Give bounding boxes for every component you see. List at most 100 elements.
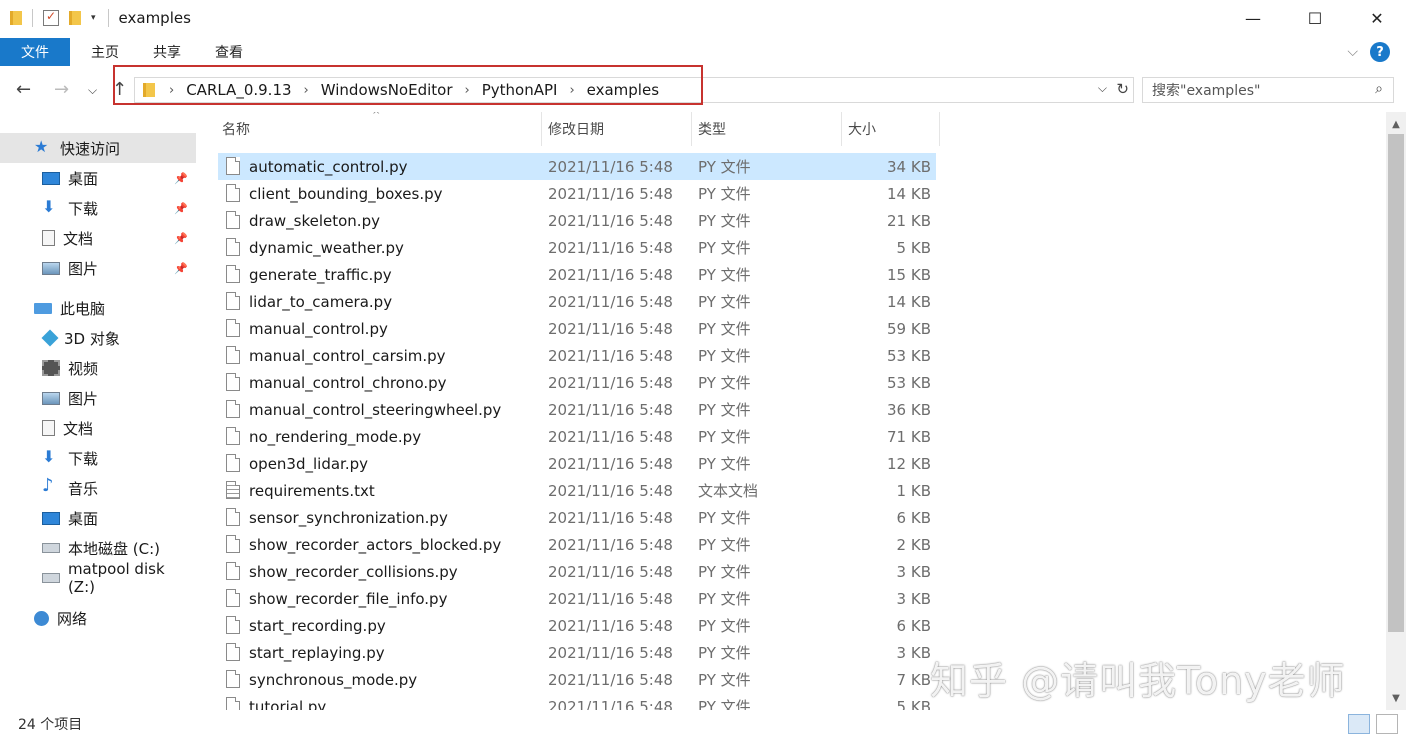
customize-toolbar-dropdown-icon[interactable]: ▾ (91, 13, 96, 23)
file-name: no_rendering_mode.py (249, 427, 422, 446)
python-file-icon (226, 157, 240, 175)
sidebar-item-network[interactable]: 网络 (0, 603, 196, 633)
sidebar-item-this-pc[interactable]: 此电脑 (0, 293, 196, 323)
python-file-icon (226, 427, 240, 445)
file-type: PY 文件 (698, 455, 751, 473)
sidebar-item-label: 音乐 (68, 479, 99, 498)
sidebar-item-matpool-disk-z[interactable]: matpool disk (Z:) (0, 560, 196, 596)
column-header-type[interactable]: 类型 (692, 112, 842, 146)
sidebar-item-videos[interactable]: 视频 (0, 353, 196, 383)
sidebar-item-downloads[interactable]: 下载 📌 (0, 193, 196, 223)
tab-home[interactable]: 主页 (74, 38, 136, 66)
new-folder-icon[interactable] (69, 11, 81, 25)
forward-arrow-icon[interactable]: → (54, 79, 69, 100)
pin-icon[interactable]: 📌 (174, 202, 188, 215)
details-view-icon[interactable] (1348, 714, 1370, 734)
file-row[interactable]: manual_control_chrono.py 2021/11/16 5:48 P… (218, 369, 936, 396)
file-row[interactable]: show_recorder_actors_blocked.py 2021/11/1… (218, 531, 936, 558)
scroll-down-arrow-icon[interactable]: ▼ (1386, 688, 1406, 708)
sidebar-item-label: 视频 (68, 359, 99, 378)
file-row[interactable]: dynamic_weather.py 2021/11/16 5:48 PY 文件 5 … (218, 234, 936, 261)
file-name: generate_traffic.py (249, 265, 392, 284)
sidebar-item-downloads-pc[interactable]: 下载 (0, 443, 196, 473)
sidebar-item-desktop[interactable]: 桌面 📌 (0, 163, 196, 193)
sidebar-item-3d-objects[interactable]: 3D 对象 (0, 323, 196, 353)
expand-ribbon-chevron-icon[interactable]: ⌵ (1347, 44, 1358, 60)
sidebar-item-desktop-pc[interactable]: 桌面 (0, 503, 196, 533)
recent-locations-chevron-icon[interactable]: ⌵ (88, 83, 97, 98)
refresh-icon[interactable]: ↻ (1116, 80, 1129, 98)
file-type: 文本文档 (698, 482, 759, 500)
file-row[interactable]: no_rendering_mode.py 2021/11/16 5:48 PY 文件… (218, 423, 936, 450)
sidebar-item-quick-access[interactable]: 快速访问 (0, 133, 196, 163)
file-name: automatic_control.py (249, 157, 408, 176)
sidebar-item-label: 网络 (57, 609, 88, 628)
ribbon-tabs: 文件 主页 共享 查看 ⌵ ? (0, 36, 1408, 68)
sidebar-item-documents[interactable]: 文档 📌 (0, 223, 196, 253)
file-name: manual_control_steeringwheel.py (249, 400, 502, 419)
minimize-button[interactable]: — (1222, 0, 1284, 36)
python-file-icon (226, 319, 240, 337)
file-row[interactable]: manual_control_carsim.py 2021/11/16 5:48 P… (218, 342, 936, 369)
sidebar-item-pictures-pc[interactable]: 图片 (0, 383, 196, 413)
file-size: 5 KB (896, 238, 931, 257)
search-input[interactable]: 搜索"examples" ⌕ (1142, 77, 1394, 103)
column-header-name[interactable]: 名称 (216, 112, 542, 146)
back-arrow-icon[interactable]: ← (16, 79, 31, 100)
file-row[interactable]: start_recording.py 2021/11/16 5:48 PY 文件 6 … (218, 612, 936, 639)
tab-file[interactable]: 文件 (0, 38, 70, 66)
sidebar-item-label: 本地磁盘 (C:) (68, 539, 160, 558)
close-button[interactable]: ✕ (1346, 0, 1408, 36)
sidebar-item-music[interactable]: 音乐 (0, 473, 196, 503)
sidebar-item-pictures[interactable]: 图片 📌 (0, 253, 196, 283)
file-date: 2021/11/16 5:48 (548, 238, 673, 257)
file-row[interactable]: show_recorder_collisions.py 2021/11/16 5:… (218, 558, 936, 585)
sidebar-item-local-disk-c[interactable]: 本地磁盘 (C:) (0, 533, 196, 563)
folder-icon (10, 11, 22, 25)
column-header-size[interactable]: 大小 (842, 112, 940, 146)
sidebar-item-documents-pc[interactable]: 文档 (0, 413, 196, 443)
scroll-up-arrow-icon[interactable]: ▲ (1386, 114, 1406, 134)
file-date: 2021/11/16 5:48 (548, 481, 673, 500)
tab-view[interactable]: 查看 (198, 38, 260, 66)
file-row[interactable]: tutorial.py 2021/11/16 5:48 PY 文件 5 KB (218, 693, 936, 710)
large-icons-view-icon[interactable] (1376, 714, 1398, 734)
file-date: 2021/11/16 5:48 (548, 535, 673, 554)
properties-icon[interactable] (43, 9, 59, 26)
python-file-icon (226, 265, 240, 283)
python-file-icon (226, 346, 240, 364)
file-row[interactable]: requirements.txt 2021/11/16 5:48 文本文档 1 KB (218, 477, 936, 504)
maximize-button[interactable]: ☐ (1284, 0, 1346, 36)
pin-icon[interactable]: 📌 (174, 232, 188, 245)
pin-icon[interactable]: 📌 (174, 172, 188, 185)
vertical-scrollbar[interactable]: ▲ ▼ (1386, 112, 1406, 710)
file-row[interactable]: lidar_to_camera.py 2021/11/16 5:48 PY 文件 14… (218, 288, 936, 315)
file-size: 2 KB (896, 535, 931, 554)
file-type: PY 文件 (698, 401, 751, 419)
help-button[interactable]: ? (1370, 42, 1390, 62)
file-row[interactable]: show_recorder_file_info.py 2021/11/16 5:4… (218, 585, 936, 612)
file-row[interactable]: draw_skeleton.py 2021/11/16 5:48 PY 文件 21 K… (218, 207, 936, 234)
file-row[interactable]: start_replaying.py 2021/11/16 5:48 PY 文件 3 … (218, 639, 936, 666)
file-type: PY 文件 (698, 563, 751, 581)
pin-icon[interactable]: 📌 (174, 262, 188, 275)
scrollbar-thumb[interactable] (1388, 134, 1404, 632)
python-file-icon (226, 373, 240, 391)
tab-share[interactable]: 共享 (136, 38, 198, 66)
file-date: 2021/11/16 5:48 (548, 400, 673, 419)
navigation-pane: 快速访问 桌面 📌 下载 📌 文档 📌 图片 📌 此电脑 3D 对 (0, 130, 200, 710)
python-file-icon (226, 400, 240, 418)
search-icon[interactable]: ⌕ (1375, 81, 1383, 97)
file-row[interactable]: generate_traffic.py 2021/11/16 5:48 PY 文件 1… (218, 261, 936, 288)
file-list: ^ 名称 修改日期 类型 大小 automatic_control.py 2021… (216, 112, 1386, 710)
file-row[interactable]: synchronous_mode.py 2021/11/16 5:48 PY 文件 7… (218, 666, 936, 693)
file-row[interactable]: sensor_synchronization.py 2021/11/16 5:48… (218, 504, 936, 531)
column-header-date[interactable]: 修改日期 (542, 112, 692, 146)
desktop-icon (42, 171, 60, 185)
file-row[interactable]: client_bounding_boxes.py 2021/11/16 5:48 P… (218, 180, 936, 207)
file-row[interactable]: automatic_control.py 2021/11/16 5:48 PY 文件… (218, 153, 936, 180)
file-row[interactable]: open3d_lidar.py 2021/11/16 5:48 PY 文件 12 KB (218, 450, 936, 477)
address-dropdown-chevron-icon[interactable]: ⌵ (1098, 81, 1107, 96)
file-row[interactable]: manual_control.py 2021/11/16 5:48 PY 文件 59 … (218, 315, 936, 342)
file-row[interactable]: manual_control_steeringwheel.py 2021/11/1… (218, 396, 936, 423)
